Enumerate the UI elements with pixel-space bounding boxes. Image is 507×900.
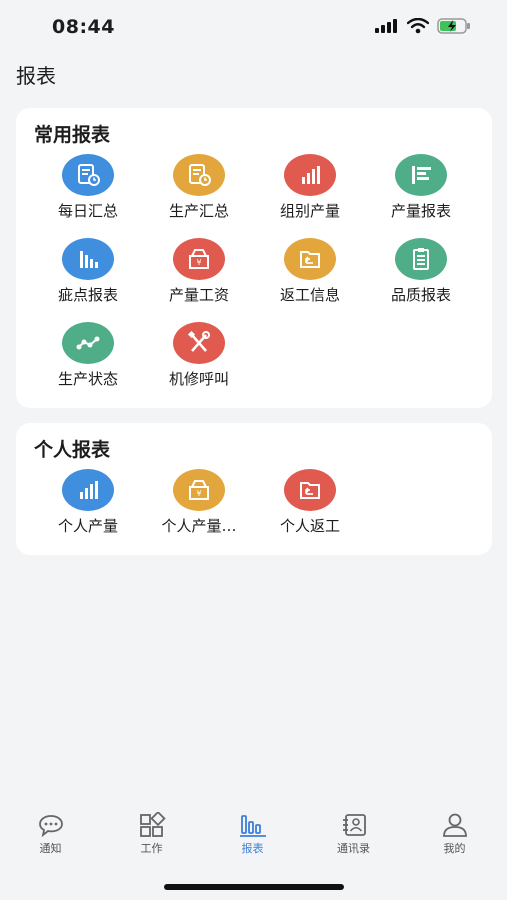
output-wage-icon: ¥ (173, 238, 225, 280)
home-indicator (164, 884, 344, 890)
report-item-label: 疵点报表 (57, 286, 118, 304)
apps-grid-icon (139, 812, 166, 837)
personal-reports-title: 个人报表 (34, 439, 111, 461)
report-item-label: 生产状态 (57, 370, 118, 388)
bottom-tab-bar: 通知 工作 报表 通讯录 我的 (0, 812, 507, 872)
quality-report-icon (395, 238, 447, 280)
svg-text:¥: ¥ (196, 258, 201, 267)
report-item-quality-report[interactable]: 品质报表 (365, 238, 477, 312)
personal-reports-card: 个人报表 个人产量 ¥ 个人产量… 个人返工 (16, 423, 492, 555)
report-item-production-status[interactable]: 生产状态 (32, 322, 144, 396)
report-item-label: 产量工资 (168, 286, 229, 304)
person-icon (442, 813, 467, 837)
report-item-label: 返工信息 (279, 286, 340, 304)
report-item-label: 生产汇总 (168, 202, 229, 220)
status-bar: 08:44 (0, 0, 507, 56)
defect-report-icon (62, 238, 114, 280)
report-item-personal-output[interactable]: 个人产量 (32, 469, 144, 543)
tab-notifications[interactable]: 通知 (0, 812, 101, 868)
report-item-personal-rework[interactable]: 个人返工 (254, 469, 366, 543)
report-item-defect-report[interactable]: 疵点报表 (32, 238, 144, 312)
report-item-output-report[interactable]: 产量报表 (365, 154, 477, 228)
contacts-icon (342, 814, 366, 836)
common-reports-title: 常用报表 (34, 124, 111, 146)
report-item-output-wage[interactable]: ¥ 产量工资 (143, 238, 255, 312)
report-item-label: 组别产量 (279, 202, 340, 220)
tab-label: 通讯录 (337, 842, 370, 855)
tab-label: 我的 (443, 842, 466, 855)
common-reports-card: 常用报表 每日汇总 生产汇总 组别产量 产量报表 疵点报表 ¥ 产量工资 返工信… (16, 108, 492, 408)
tab-label: 工作 (140, 842, 163, 855)
group-output-icon (284, 154, 336, 196)
report-item-label: 个人产量… (161, 517, 237, 535)
daily-summary-icon (62, 154, 114, 196)
wifi-icon (407, 18, 429, 34)
status-time: 08:44 (52, 16, 115, 38)
output-report-icon (395, 154, 447, 196)
report-item-repair-call[interactable]: 机修呼叫 (143, 322, 255, 396)
personal-rework-icon (284, 469, 336, 511)
report-item-label: 品质报表 (390, 286, 451, 304)
tab-work[interactable]: 工作 (101, 812, 202, 868)
page-title: 报表 (16, 64, 56, 88)
chat-bubble-icon (38, 815, 63, 838)
report-item-label: 个人返工 (279, 517, 340, 535)
svg-text:¥: ¥ (196, 489, 201, 498)
tab-label: 报表 (241, 842, 264, 855)
report-item-daily-summary[interactable]: 每日汇总 (32, 154, 144, 228)
battery-charging-icon (437, 18, 470, 34)
report-item-personal-output-wage[interactable]: ¥ 个人产量… (143, 469, 255, 543)
tab-contacts[interactable]: 通讯录 (303, 812, 404, 868)
status-icons (375, 18, 471, 34)
cellular-signal-icon (375, 19, 397, 33)
tab-label: 通知 (39, 842, 62, 855)
tab-reports[interactable]: 报表 (202, 812, 303, 868)
production-summary-icon (173, 154, 225, 196)
production-status-icon (62, 322, 114, 364)
report-item-rework-info[interactable]: 返工信息 (254, 238, 366, 312)
report-item-label: 机修呼叫 (168, 370, 229, 388)
report-item-production-summary[interactable]: 生产汇总 (143, 154, 255, 228)
report-item-label: 产量报表 (390, 202, 451, 220)
repair-call-icon (173, 322, 225, 364)
bar-chart-icon (239, 815, 266, 837)
tab-mine[interactable]: 我的 (404, 812, 505, 868)
report-item-label: 每日汇总 (57, 202, 118, 220)
report-item-group-output[interactable]: 组别产量 (254, 154, 366, 228)
personal-output-icon (62, 469, 114, 511)
personal-output-wage-icon: ¥ (173, 469, 225, 511)
rework-info-icon (284, 238, 336, 280)
report-item-label: 个人产量 (57, 517, 118, 535)
